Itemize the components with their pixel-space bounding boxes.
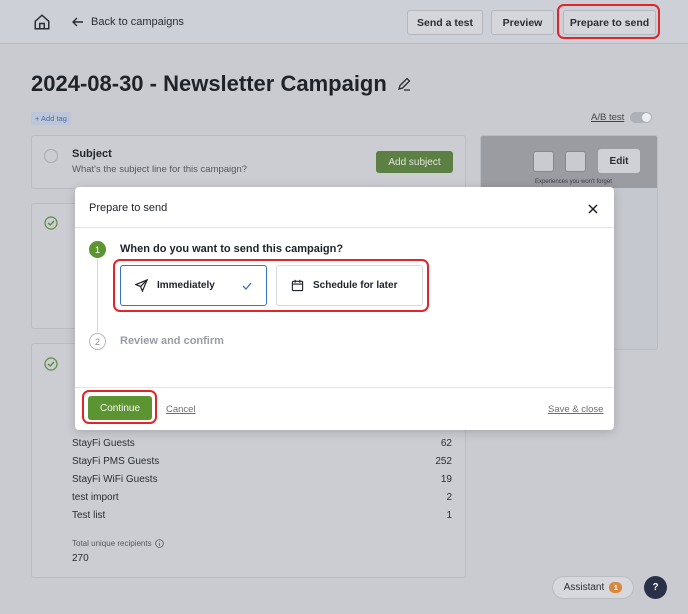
subject-status-icon [44, 149, 58, 163]
calendar-icon [291, 279, 304, 292]
list-name: StayFi WiFi Guests [72, 474, 158, 485]
back-label: Back to campaigns [91, 16, 184, 28]
prepare-button-highlight [557, 4, 660, 39]
option-immediately[interactable]: Immediately [120, 265, 267, 306]
ab-test-toggle[interactable]: A/B test [591, 112, 653, 123]
assistant-button[interactable]: Assistant 1 [552, 576, 634, 599]
cancel-link[interactable]: Cancel [166, 404, 196, 415]
arrow-left-icon [72, 17, 83, 27]
list-name: StayFi Guests [72, 438, 135, 449]
list-count: 2 [446, 492, 452, 503]
add-subject-button[interactable]: Add subject [376, 151, 453, 173]
edit-email-button[interactable]: Edit [598, 149, 640, 173]
list-count: 19 [440, 474, 452, 485]
document-icon[interactable] [565, 151, 586, 172]
add-tag-button[interactable]: + Add tag [31, 112, 71, 125]
total-recipients-value: 270 [72, 553, 89, 564]
option-schedule-label: Schedule for later [313, 280, 398, 291]
option-immediately-label: Immediately [157, 280, 215, 291]
modal-title: Prepare to send [89, 202, 168, 214]
step-connector [97, 259, 98, 332]
continue-button[interactable]: Continue [88, 396, 152, 420]
preview-tagline: Experiences you won't forget [535, 179, 612, 185]
step-1-indicator: 1 [89, 241, 106, 258]
check-circle-icon [44, 216, 58, 230]
check-circle-icon [44, 357, 58, 371]
list-item: test import 2 [72, 492, 452, 503]
pencil-icon[interactable] [397, 77, 411, 91]
list-item: Test list 1 [72, 510, 452, 521]
total-recipients-label: Total unique recipients [72, 539, 164, 548]
close-icon[interactable] [586, 202, 600, 216]
checkmark-icon [242, 282, 252, 290]
list-item: StayFi WiFi Guests 19 [72, 474, 452, 485]
modal-divider [75, 227, 614, 228]
option-schedule-later[interactable]: Schedule for later [276, 265, 423, 306]
total-recipients-text: Total unique recipients [72, 539, 152, 548]
list-name: StayFi PMS Guests [72, 456, 160, 467]
assistant-label: Assistant [563, 582, 605, 593]
step-1-question: When do you want to send this campaign? [120, 243, 344, 255]
send-icon [135, 279, 148, 292]
home-icon[interactable] [33, 13, 51, 31]
list-count: 62 [440, 438, 452, 449]
back-to-campaigns-link[interactable]: Back to campaigns [72, 16, 184, 28]
duplicate-icon[interactable] [533, 151, 554, 172]
step-2-label: Review and confirm [120, 335, 224, 347]
ab-test-label: A/B test [591, 112, 625, 123]
list-name: test import [72, 492, 119, 503]
subject-hint: What's the subject line for this campaig… [72, 164, 248, 175]
prepare-to-send-modal: Prepare to send 1 When do you want to se… [75, 187, 614, 430]
help-button[interactable]: ? [644, 576, 667, 599]
step-2-indicator: 2 [89, 333, 106, 350]
save-close-link[interactable]: Save & close [548, 404, 603, 415]
preview-button[interactable]: Preview [491, 10, 554, 35]
list-count: 1 [446, 510, 452, 521]
list-item: StayFi Guests 62 [72, 438, 452, 449]
modal-footer-divider [75, 387, 614, 388]
assistant-badge: 1 [609, 582, 623, 593]
page-title: 2024-08-30 - Newsletter Campaign [31, 71, 411, 97]
ab-test-switch[interactable] [630, 112, 653, 123]
send-test-button[interactable]: Send a test [407, 10, 483, 35]
campaign-title: 2024-08-30 - Newsletter Campaign [31, 71, 387, 96]
top-bar: Back to campaigns Send a test Preview Pr… [0, 0, 688, 44]
subject-label: Subject [72, 148, 112, 160]
list-item: StayFi PMS Guests 252 [72, 456, 452, 467]
info-icon[interactable] [154, 539, 164, 548]
list-name: Test list [72, 510, 106, 521]
list-count: 252 [435, 456, 452, 467]
